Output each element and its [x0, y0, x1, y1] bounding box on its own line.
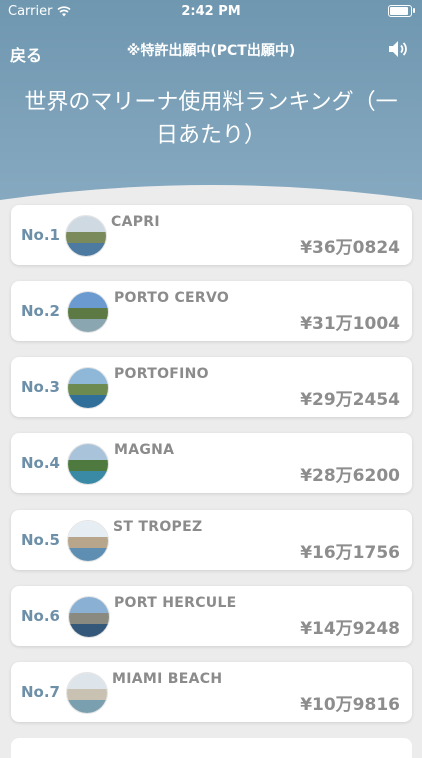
- marina-price: ¥28万6200: [300, 466, 400, 486]
- marina-price: ¥14万9248: [300, 619, 400, 639]
- ranking-item-7[interactable]: No.7 MIAMI BEACH ¥10万9816: [11, 662, 412, 722]
- marina-photo: [67, 367, 109, 409]
- ranking-item-8-partial[interactable]: [11, 738, 412, 758]
- marina-name: ST TROPEZ: [113, 519, 203, 535]
- rank-label: No.3: [21, 378, 60, 396]
- rank-label: No.1: [21, 226, 60, 244]
- status-bar: Carrier 2:42 PM: [0, 0, 422, 22]
- nav-bar: 戻る ※特許出願中(PCT出願中): [0, 36, 422, 66]
- rank-label: No.6: [21, 607, 60, 625]
- battery-icon: [388, 5, 415, 17]
- marina-name: PORTO CERVO: [114, 290, 230, 306]
- marina-price: ¥10万9816: [300, 695, 400, 715]
- ranking-item-2[interactable]: No.2 PORTO CERVO ¥31万1004: [11, 281, 412, 341]
- ranking-item-6[interactable]: No.6 PORT HERCULE ¥14万9248: [11, 586, 412, 646]
- marina-name: CAPRI: [111, 214, 160, 230]
- speaker-icon[interactable]: [386, 38, 408, 60]
- marina-price: ¥16万1756: [300, 543, 400, 563]
- marina-photo: [67, 520, 109, 562]
- marina-name: PORT HERCULE: [114, 595, 237, 611]
- page-title: 世界のマリーナ使用料ランキング（一日あたり）: [24, 90, 398, 148]
- marina-photo: [65, 215, 107, 257]
- marina-price: ¥31万1004: [300, 314, 400, 334]
- marina-price: ¥36万0824: [300, 238, 400, 258]
- rank-label: No.2: [21, 302, 60, 320]
- marina-photo: [68, 596, 110, 638]
- rank-label: No.4: [21, 454, 60, 472]
- marina-photo: [67, 443, 109, 485]
- rank-label: No.7: [21, 683, 60, 701]
- marina-name: MAGNA: [114, 442, 175, 458]
- marina-name: MIAMI BEACH: [112, 671, 223, 687]
- marina-photo: [66, 672, 108, 714]
- marina-price: ¥29万2454: [300, 390, 400, 410]
- status-time: 2:42 PM: [181, 4, 241, 19]
- ranking-item-4[interactable]: No.4 MAGNA ¥28万6200: [11, 433, 412, 493]
- ranking-item-1[interactable]: No.1 CAPRI ¥36万0824: [11, 205, 412, 265]
- ranking-item-5[interactable]: No.5 ST TROPEZ ¥16万1756: [11, 510, 412, 570]
- marina-name: PORTOFINO: [114, 366, 209, 382]
- rank-label: No.5: [21, 531, 60, 549]
- ranking-item-3[interactable]: No.3 PORTOFINO ¥29万2454: [11, 357, 412, 417]
- patent-notice: ※特許出願中(PCT出願中): [126, 43, 296, 59]
- marina-photo: [67, 291, 109, 333]
